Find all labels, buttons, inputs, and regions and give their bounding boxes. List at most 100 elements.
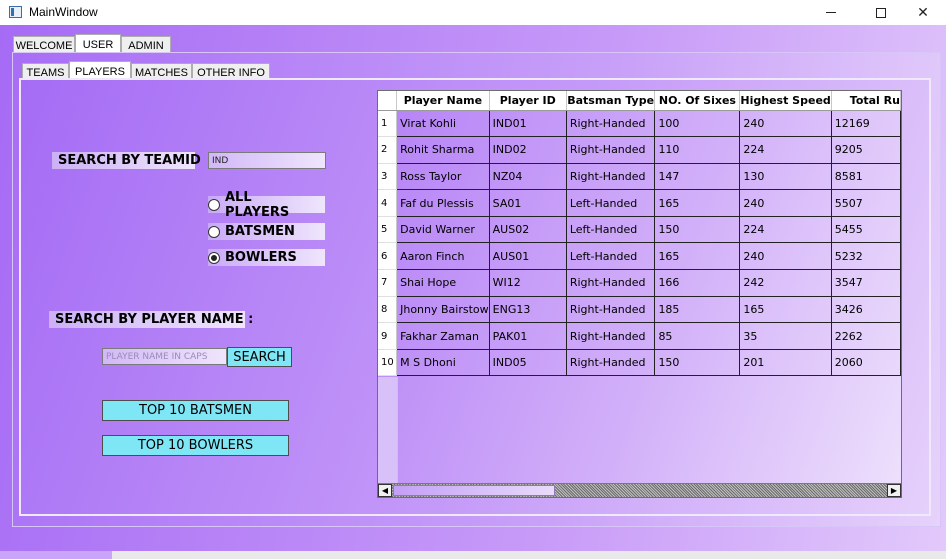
table-cell[interactable]: Shai Hope: [396, 269, 490, 297]
top-batsmen-button[interactable]: TOP 10 BATSMEN: [102, 400, 289, 421]
table-cell[interactable]: NZ04: [489, 163, 567, 191]
arrow-left-icon[interactable]: ◀: [378, 484, 392, 497]
table-cell[interactable]: Jhonny Bairstow: [396, 296, 490, 324]
table-cell[interactable]: 2262: [831, 322, 901, 350]
table-cell[interactable]: Left-Handed: [566, 242, 656, 271]
table-cell[interactable]: 130: [739, 163, 832, 191]
table-cell[interactable]: 147: [654, 163, 741, 191]
table-row[interactable]: 6 Aaron Finch AUS01 Left-Handed 165 240 5232: [378, 242, 901, 271]
row-header[interactable]: 10: [378, 349, 398, 377]
table-row[interactable]: 5 David Warner AUS02 Left-Handed 150 224 5455: [378, 216, 901, 244]
column-header[interactable]: Batsman Type: [566, 91, 656, 111]
minimize-button[interactable]: [808, 0, 854, 25]
row-header[interactable]: 8: [378, 296, 398, 324]
table-cell[interactable]: 5455: [831, 216, 901, 244]
table-cell[interactable]: Fakhar Zaman: [396, 322, 490, 350]
top-bowlers-button[interactable]: TOP 10 BOWLERS: [102, 435, 289, 456]
row-header[interactable]: 7: [378, 269, 398, 297]
table-cell[interactable]: Right-Handed: [566, 163, 656, 191]
search-button[interactable]: SEARCH: [227, 347, 292, 367]
row-header[interactable]: 9: [378, 322, 398, 350]
table-cell[interactable]: Right-Handed: [566, 269, 656, 297]
table-cell[interactable]: 110: [654, 136, 741, 164]
table-cell[interactable]: 240: [739, 189, 832, 217]
table-row[interactable]: 7 Shai Hope WI12 Right-Handed 166 242 3547: [378, 269, 901, 297]
table-row[interactable]: 10 M S Dhoni IND05 Right-Handed 150 201 2060: [378, 349, 901, 377]
table-cell[interactable]: Aaron Finch: [396, 242, 490, 271]
table-row[interactable]: 2 Rohit Sharma IND02 Right-Handed 110 224 9205: [378, 136, 901, 164]
table-cell[interactable]: 185: [654, 296, 741, 324]
table-cell[interactable]: AUS02: [489, 216, 567, 244]
table-cell[interactable]: Ross Taylor: [396, 163, 490, 191]
table-cell[interactable]: 240: [739, 110, 832, 138]
table-cell[interactable]: 35: [739, 322, 832, 350]
table-cell[interactable]: 3426: [831, 296, 901, 324]
table-cell[interactable]: 224: [739, 136, 832, 164]
table-cell[interactable]: 100: [654, 110, 741, 138]
row-header[interactable]: 5: [378, 216, 398, 244]
row-header[interactable]: 3: [378, 163, 398, 191]
row-header[interactable]: 1: [378, 110, 398, 138]
table-cell[interactable]: 242: [739, 269, 832, 297]
table-row[interactable]: 1 Virat Kohli IND01 Right-Handed 100 240 12169: [378, 110, 901, 138]
table-cell[interactable]: Virat Kohli: [396, 110, 490, 138]
table-cell[interactable]: SA01: [489, 189, 567, 217]
column-header[interactable]: Player Name: [396, 91, 490, 111]
table-cell[interactable]: 8581: [831, 163, 901, 191]
row-header[interactable]: 2: [378, 136, 398, 164]
table-cell[interactable]: Right-Handed: [566, 322, 656, 350]
row-header[interactable]: 6: [378, 242, 398, 271]
table-cell[interactable]: Right-Handed: [566, 349, 656, 377]
table-cell[interactable]: 85: [654, 322, 741, 350]
table-cell[interactable]: 201: [739, 349, 832, 377]
arrow-right-icon[interactable]: ▶: [887, 484, 901, 497]
table-cell[interactable]: IND02: [489, 136, 567, 164]
table-row[interactable]: 8 Jhonny Bairstow ENG13 Right-Handed 185 165 3…: [378, 296, 901, 324]
table-cell[interactable]: PAK01: [489, 322, 567, 350]
table-cell[interactable]: Left-Handed: [566, 216, 656, 244]
table-cell[interactable]: 224: [739, 216, 832, 244]
column-header[interactable]: Highest Speed: [739, 91, 832, 111]
tab-user[interactable]: USER: [75, 34, 121, 54]
table-cell[interactable]: 3547: [831, 269, 901, 297]
table-cell[interactable]: M S Dhoni: [396, 349, 490, 377]
table-row[interactable]: 4 Faf du Plessis SA01 Left-Handed 165 240 5507: [378, 189, 901, 217]
table-cell[interactable]: IND05: [489, 349, 567, 377]
table-row[interactable]: 9 Fakhar Zaman PAK01 Right-Handed 85 35 2262: [378, 322, 901, 350]
table-cell[interactable]: 150: [654, 349, 741, 377]
table-cell[interactable]: Right-Handed: [566, 296, 656, 324]
team-id-input[interactable]: [208, 152, 326, 169]
table-cell[interactable]: 165: [739, 296, 832, 324]
table-cell[interactable]: ENG13: [489, 296, 567, 324]
table-cell[interactable]: 9205: [831, 136, 901, 164]
table-cell[interactable]: 165: [654, 189, 741, 217]
column-header[interactable]: Player ID: [489, 91, 567, 111]
table-cell[interactable]: Left-Handed: [566, 189, 656, 217]
table-cell[interactable]: 166: [654, 269, 741, 297]
table-cell[interactable]: Right-Handed: [566, 136, 656, 164]
table-cell[interactable]: 5232: [831, 242, 901, 271]
table-cell[interactable]: 2060: [831, 349, 901, 377]
player-name-input[interactable]: [102, 348, 227, 365]
row-header[interactable]: 4: [378, 189, 398, 217]
table-cell[interactable]: 240: [739, 242, 832, 271]
table-cell[interactable]: WI12: [489, 269, 567, 297]
close-button[interactable]: ✕: [900, 0, 946, 25]
column-header[interactable]: NO. Of Sixes: [654, 91, 741, 111]
radio-bowlers[interactable]: BOWLERS: [208, 249, 325, 266]
table-cell[interactable]: Right-Handed: [566, 110, 656, 138]
table-cell[interactable]: 5507: [831, 189, 901, 217]
table-row[interactable]: 3 Ross Taylor NZ04 Right-Handed 147 130 8581: [378, 163, 901, 191]
radio-all-players[interactable]: ALL PLAYERS: [208, 190, 325, 220]
radio-batsmen[interactable]: BATSMEN: [208, 223, 325, 240]
table-cell[interactable]: 12169: [831, 110, 901, 138]
players-grid[interactable]: Player Name Player ID Batsman Type NO. O…: [377, 90, 902, 498]
table-cell[interactable]: 165: [654, 242, 741, 271]
table-cell[interactable]: AUS01: [489, 242, 567, 271]
table-cell[interactable]: IND01: [489, 110, 567, 138]
table-cell[interactable]: 150: [654, 216, 741, 244]
column-header[interactable]: Total Ru: [831, 91, 901, 111]
maximize-button[interactable]: [858, 0, 904, 25]
table-cell[interactable]: Rohit Sharma: [396, 136, 490, 164]
horizontal-scrollbar[interactable]: ◀ ▶: [378, 483, 901, 497]
